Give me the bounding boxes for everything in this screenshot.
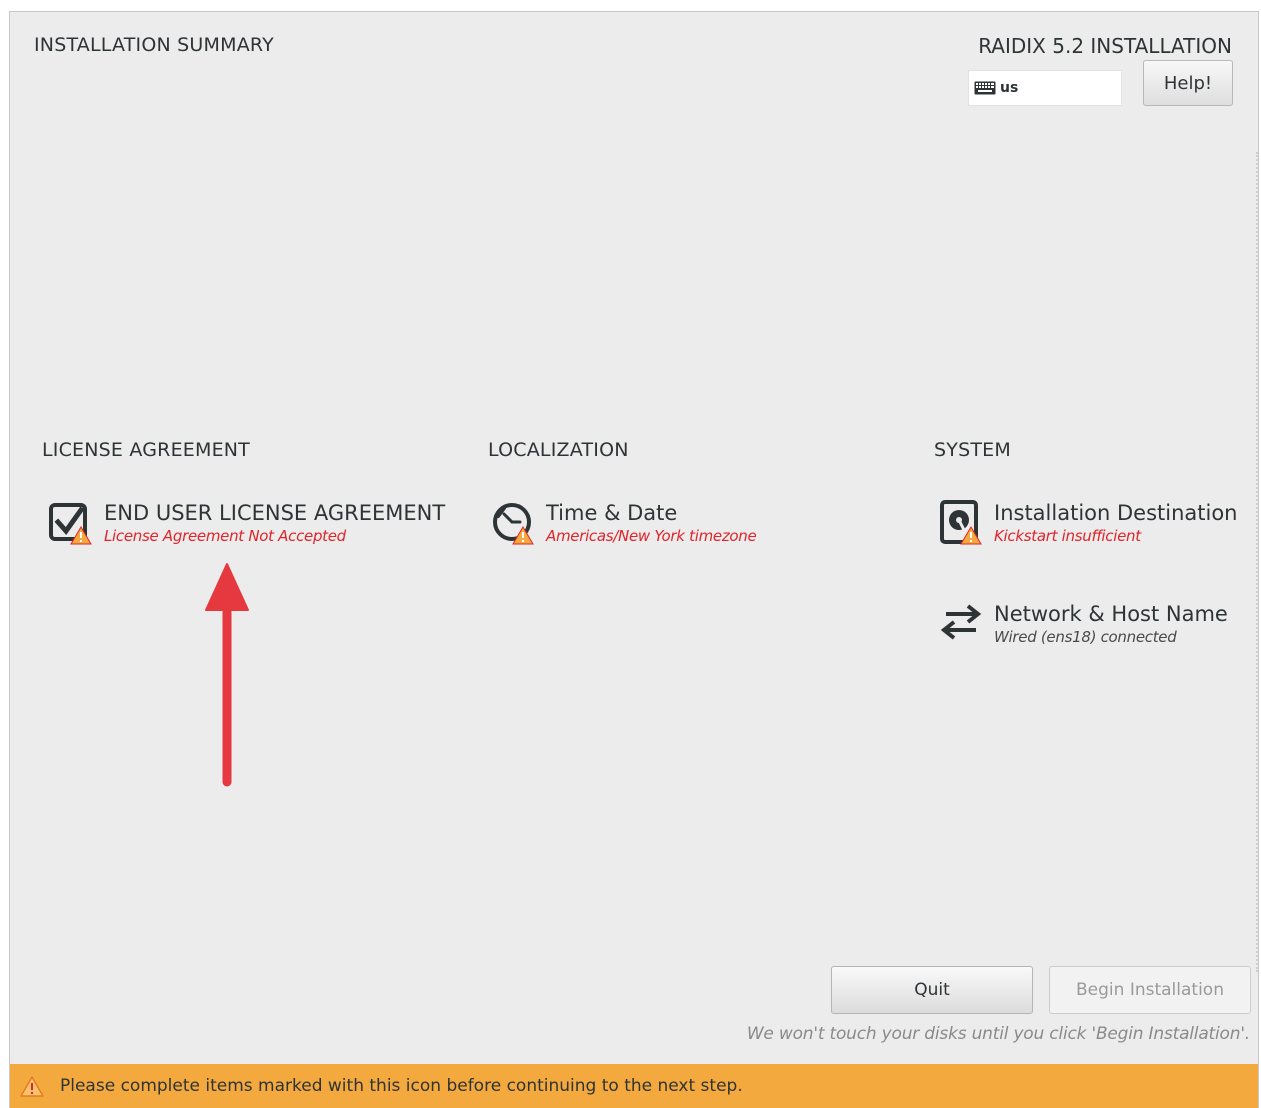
disk-safety-note: We won't touch your disks until you clic… (746, 1024, 1250, 1044)
network-arrows-icon (938, 601, 984, 647)
keyboard-layout-indicator[interactable]: us (968, 70, 1122, 106)
time-date-status: Americas/New York timezone (546, 527, 757, 545)
time-date-spoke[interactable]: Time & Date Americas/New York timezone (490, 500, 757, 546)
network-hostname-spoke[interactable]: Network & Host Name Wired (ens18) connec… (938, 601, 1228, 647)
network-hostname-status: Wired (ens18) connected (994, 628, 1177, 646)
installation-destination-title: Installation Destination (994, 501, 1238, 525)
eula-status: License Agreement Not Accepted (104, 527, 346, 545)
disk-icon (938, 500, 984, 546)
system-heading: SYSTEM (934, 439, 1011, 461)
help-button[interactable]: Help! (1143, 60, 1233, 106)
warning-icon (70, 526, 92, 545)
eula-spoke[interactable]: END USER LICENSE AGREEMENT License Agree… (48, 500, 445, 546)
eula-checkbox-icon (48, 500, 94, 546)
quit-button[interactable]: Quit (831, 966, 1033, 1014)
scrollbar-track[interactable] (1256, 152, 1258, 972)
time-date-title: Time & Date (546, 501, 678, 525)
eula-title: END USER LICENSE AGREEMENT (104, 501, 446, 525)
localization-heading: LOCALIZATION (488, 439, 629, 461)
warning-icon (512, 526, 534, 545)
keyboard-icon (974, 81, 996, 95)
clock-icon (490, 500, 536, 546)
warning-bar: Please complete items marked with this i… (10, 1064, 1258, 1108)
page-title: INSTALLATION SUMMARY (34, 34, 274, 56)
keyboard-layout-label: us (1000, 80, 1019, 96)
installer-window: INSTALLATION SUMMARY RAIDIX 5.2 INSTALLA… (9, 11, 1259, 1108)
license-agreement-heading: LICENSE AGREEMENT (42, 439, 250, 461)
network-hostname-title: Network & Host Name (994, 602, 1228, 626)
product-title: RAIDIX 5.2 INSTALLATION (978, 34, 1232, 58)
installation-destination-status: Kickstart insufficient (994, 527, 1141, 545)
begin-installation-button[interactable]: Begin Installation (1049, 966, 1251, 1014)
annotation-arrow-icon (205, 563, 249, 787)
warning-message: Please complete items marked with this i… (60, 1076, 743, 1096)
warning-icon (20, 1076, 44, 1097)
installation-destination-spoke[interactable]: Installation Destination Kickstart insuf… (938, 500, 1238, 546)
